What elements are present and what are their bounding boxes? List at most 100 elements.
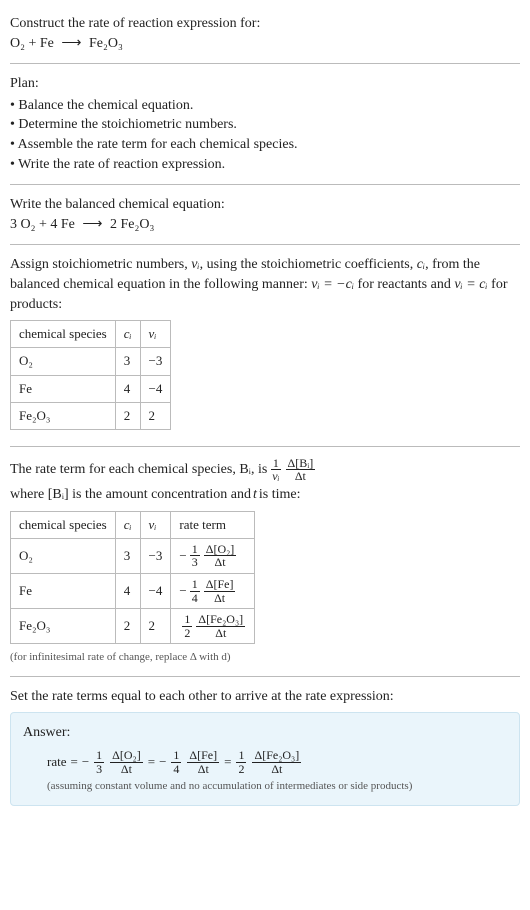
stoich-table: chemical species cᵢ νᵢ O₂ 3 −3 Fe 4 −4 F… (10, 320, 171, 430)
relation-reactants: νᵢ = −cᵢ (311, 277, 354, 292)
fraction: 14 (171, 749, 181, 775)
table-row: Fe 4 −4 − 14 Δ[Fe]Δt (11, 574, 255, 609)
equals: = (70, 753, 77, 771)
frac-den: Δt (196, 763, 211, 776)
table-row: Fe₂O₃ 2 2 (11, 402, 171, 429)
plan-item: Write the rate of reaction expression. (10, 155, 520, 175)
sign: − (179, 582, 186, 600)
cell-species: Fe (11, 375, 116, 402)
answer-note: (assuming constant volume and no accumul… (23, 779, 507, 794)
rateterm-table: chemical species cᵢ νᵢ rate term O₂ 3 −3… (10, 511, 255, 645)
reaction-arrow-icon: ⟶ (82, 215, 102, 235)
plan-title: Plan: (10, 74, 520, 94)
frac-den: Δt (212, 556, 227, 569)
frac-den: 4 (190, 592, 200, 605)
cell-rate: − 14 Δ[Fe]Δt (171, 574, 255, 609)
frac-num: Δ[Fe] (204, 578, 236, 592)
balanced-lhs: 3 O₂ + 4 Fe (10, 217, 75, 232)
fraction: Δ[Fe]Δt (204, 578, 236, 604)
balanced-equation: 3 O₂ + 4 Fe ⟶ 2 Fe₂O₃ (10, 215, 520, 235)
c-i: cᵢ (417, 257, 425, 272)
cell-nui: −4 (140, 375, 171, 402)
frac-num: 1 (190, 543, 200, 557)
fraction: Δ[Bᵢ] Δt (286, 457, 316, 483)
divider (10, 244, 520, 245)
cell-species: Fe₂O₃ (11, 402, 116, 429)
col-nui: νᵢ (140, 511, 171, 538)
frac-num: Δ[O₂] (204, 543, 237, 557)
table-row: O₂ 3 −3 − 13 Δ[O₂]Δt (11, 538, 255, 573)
ci-header: cᵢ (124, 326, 132, 341)
cell-ci: 2 (115, 402, 140, 429)
frac-num: 1 (236, 749, 246, 763)
frac-num: 1 (271, 457, 281, 471)
cell-nui: −3 (140, 538, 171, 573)
text: Assign stoichiometric numbers, (10, 257, 191, 272)
text: for reactants and (354, 277, 454, 292)
fraction: 13 (190, 543, 200, 569)
plan-section: Plan: Balance the chemical equation. Det… (10, 68, 520, 180)
frac-den: 4 (171, 763, 181, 776)
frac-den: 3 (94, 763, 104, 776)
prompt-text: Construct the rate of reaction expressio… (10, 14, 520, 34)
frac-den: 2 (182, 627, 192, 640)
plan-item: Determine the stoichiometric numbers. (10, 115, 520, 135)
nui-header: νᵢ (149, 517, 157, 532)
rateterm-intro: The rate term for each chemical species,… (10, 457, 520, 505)
cell-ci: 3 (115, 538, 140, 573)
unbalanced-equation: O₂ + Fe ⟶ Fe₂O₃ (10, 34, 520, 54)
rateterm-section: The rate term for each chemical species,… (10, 451, 520, 672)
col-rate: rate term (171, 511, 255, 538)
cell-species: O₂ (11, 348, 116, 375)
cell-ci: 4 (115, 574, 140, 609)
balanced-rhs: 2 Fe₂O₃ (110, 217, 154, 232)
stoich-section: Assign stoichiometric numbers, νᵢ, using… (10, 249, 520, 442)
sign: − (179, 547, 186, 565)
cell-ci: 3 (115, 348, 140, 375)
divider (10, 63, 520, 64)
text: where [Bᵢ] is the amount concentration a… (10, 485, 251, 505)
cell-ci: 4 (115, 375, 140, 402)
equals: = (148, 753, 155, 771)
col-ci: cᵢ (115, 321, 140, 348)
cell-rate: − 13 Δ[O₂]Δt (171, 538, 255, 573)
minus: − (159, 753, 166, 771)
cell-rate: 12 Δ[Fe₂O₃]Δt (171, 609, 255, 644)
table-header-row: chemical species cᵢ νᵢ (11, 321, 171, 348)
t-var: t (253, 485, 257, 505)
frac-den: Δt (213, 627, 228, 640)
table-row: O₂ 3 −3 (11, 348, 171, 375)
cell-species: Fe₂O₃ (11, 609, 116, 644)
plan-item: Balance the chemical equation. (10, 96, 520, 116)
frac-num: 1 (171, 749, 181, 763)
text: The rate term for each chemical species,… (10, 460, 267, 480)
frac-num: Δ[Bᵢ] (286, 457, 316, 471)
answer-box: Answer: rate = − 13 Δ[O₂]Δt = − 14 Δ[Fe]… (10, 712, 520, 805)
divider (10, 676, 520, 677)
fraction: 12 (182, 613, 192, 639)
cell-species: Fe (11, 574, 116, 609)
cell-nui: −4 (140, 574, 171, 609)
cell-nui: 2 (140, 609, 171, 644)
text: is time: (259, 485, 301, 505)
equals: = (224, 753, 231, 771)
fraction: Δ[O₂]Δt (204, 543, 237, 569)
balanced-title: Write the balanced chemical equation: (10, 195, 520, 215)
frac-num: Δ[Fe] (187, 749, 219, 763)
frac-den: Δt (269, 763, 284, 776)
col-ci: cᵢ (115, 511, 140, 538)
fraction: Δ[Fe₂O₃]Δt (196, 613, 245, 639)
frac-num: 1 (182, 613, 192, 627)
divider (10, 446, 520, 447)
frac-num: 1 (190, 578, 200, 592)
frac-den: νᵢ (270, 470, 281, 483)
prompt-section: Construct the rate of reaction expressio… (10, 8, 520, 59)
rateterm-note: (for infinitesimal rate of change, repla… (10, 650, 520, 665)
ci-header: cᵢ (124, 517, 132, 532)
rate-word: rate (47, 753, 66, 771)
eq-lhs: O₂ + Fe (10, 36, 54, 51)
cell-nui: 2 (140, 402, 171, 429)
nu-i: νᵢ (191, 257, 199, 272)
frac-den: Δt (119, 763, 134, 776)
divider (10, 184, 520, 185)
